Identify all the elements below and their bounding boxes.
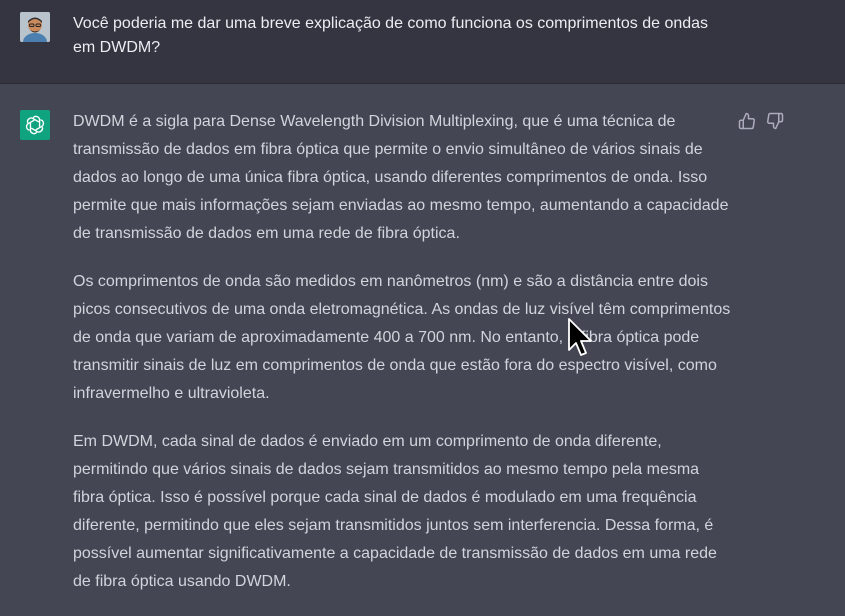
answer-paragraph: Em DWDM, cada sinal de dados é enviado e… [73,433,717,590]
user-message-text: Você poderia me dar uma breve explicação… [73,15,709,56]
mouse-cursor-icon [567,318,593,358]
thumbs-up-icon[interactable] [738,112,756,130]
answer-paragraph: Os comprimentos de onda são medidos em n… [73,273,731,402]
user-avatar [20,12,50,42]
user-message-row: Você poderia me dar uma breve explicação… [0,0,845,84]
assistant-message-row: DWDM é a sigla para Dense Wavelength Div… [0,84,845,610]
chatgpt-logo-icon [20,110,50,140]
assistant-answer: DWDM é a sigla para Dense Wavelength Div… [73,108,733,616]
answer-paragraph: DWDM é a sigla para Dense Wavelength Div… [73,113,729,242]
thumbs-down-icon[interactable] [766,112,784,130]
